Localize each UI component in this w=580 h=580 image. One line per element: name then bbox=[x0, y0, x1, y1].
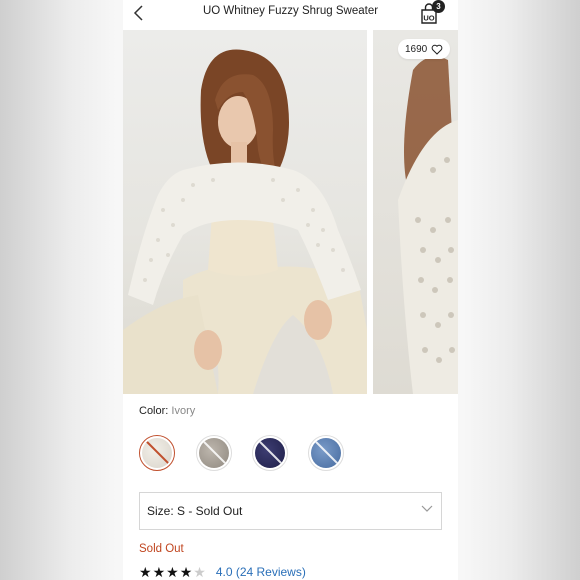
swatch-blue-fill bbox=[311, 438, 341, 468]
product-image-carousel[interactable]: 1690 bbox=[123, 30, 458, 394]
product-screen: UO Whitney Fuzzy Shrug Sweater UO 3 1690… bbox=[123, 0, 458, 580]
star-filled-icon: ★ bbox=[152, 564, 166, 580]
color-value: Ivory bbox=[171, 405, 196, 417]
color-label: Color: bbox=[139, 405, 169, 417]
star-filled-icon: ★ bbox=[166, 564, 179, 580]
like-button[interactable]: 1690 bbox=[398, 39, 451, 59]
star-empty-icon: ★ bbox=[193, 564, 206, 580]
product-photo-main[interactable] bbox=[123, 30, 367, 394]
reviews-link[interactable]: 4.0 (24 Reviews) bbox=[216, 565, 306, 579]
shopping-bag-button[interactable]: UO 3 bbox=[415, 0, 447, 26]
chevron-down-icon bbox=[421, 505, 433, 512]
swatch-ivory[interactable] bbox=[139, 435, 175, 471]
page-title: UO Whitney Fuzzy Shrug Sweater bbox=[202, 5, 379, 17]
size-dropdown[interactable]: Size: S - Sold Out bbox=[139, 492, 442, 530]
swatch-navy-fill bbox=[255, 438, 285, 468]
color-label-row: Color: Ivory bbox=[139, 405, 195, 417]
bag-logo: UO bbox=[423, 14, 434, 23]
chevron-left-icon bbox=[133, 5, 143, 21]
star-rating: ★ ★ ★ ★ ★ bbox=[139, 565, 206, 579]
model-photo-illustration bbox=[123, 49, 367, 394]
swatch-grey-fill bbox=[199, 438, 229, 468]
product-photo-secondary[interactable] bbox=[373, 30, 458, 394]
stock-status: Sold Out bbox=[139, 543, 184, 555]
likes-count: 1690 bbox=[405, 43, 428, 55]
swatch-grey[interactable] bbox=[196, 435, 232, 471]
swatch-navy[interactable] bbox=[252, 435, 288, 471]
star-filled-icon: ★ bbox=[139, 564, 152, 580]
swatch-blue[interactable] bbox=[308, 435, 344, 471]
model-photo-closeup-illustration bbox=[398, 56, 458, 394]
top-bar: UO Whitney Fuzzy Shrug Sweater UO 3 bbox=[123, 0, 458, 30]
rating-row[interactable]: ★ ★ ★ ★ ★ 4.0 (24 Reviews) bbox=[139, 565, 306, 579]
swatch-ivory-fill bbox=[142, 438, 172, 468]
bag-count-badge: 3 bbox=[432, 0, 445, 13]
star-filled-icon: ★ bbox=[179, 564, 193, 580]
size-dropdown-value: Size: S - Sold Out bbox=[147, 504, 243, 518]
heart-outline-icon bbox=[431, 44, 443, 55]
back-button[interactable] bbox=[127, 2, 149, 24]
